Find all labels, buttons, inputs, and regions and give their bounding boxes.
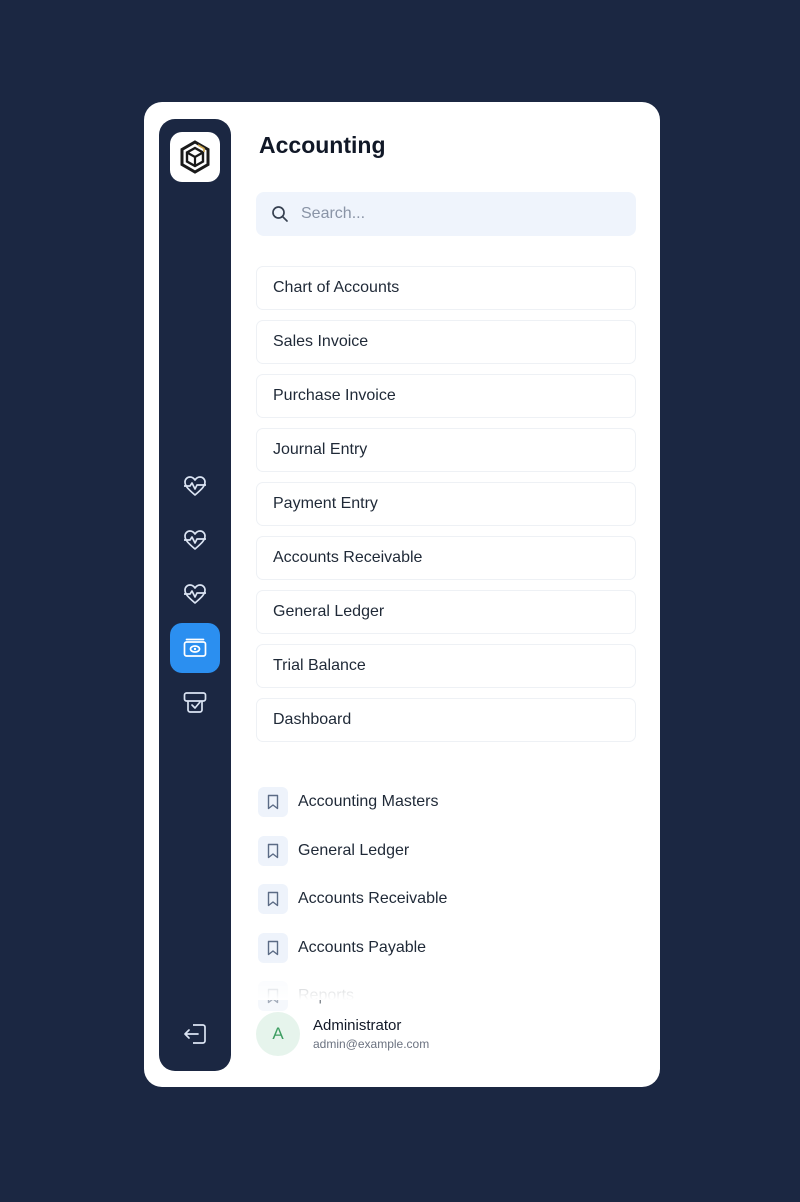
receipt-icon (183, 692, 207, 713)
cube-logo-icon (180, 140, 210, 174)
logout-icon (184, 1024, 206, 1044)
user-name: Administrator (313, 1017, 402, 1034)
rail-button-receipt[interactable] (170, 677, 220, 727)
menu-item-payment-entry[interactable]: Payment Entry (256, 482, 636, 526)
menu-item-general-ledger[interactable]: General Ledger (256, 590, 636, 634)
menu-item-sales-invoice[interactable]: Sales Invoice (256, 320, 636, 364)
bookmark-icon (267, 940, 279, 955)
bookmark-icon (267, 795, 279, 810)
icon-rail (159, 119, 231, 1071)
menu-item-journal-entry[interactable]: Journal Entry (256, 428, 636, 472)
heartbeat-icon (184, 476, 206, 496)
rail-button-heartbeat-3[interactable] (170, 569, 220, 619)
avatar: A (256, 1012, 300, 1056)
sidebar-panel: Accounting Chart of Accounts Sales Invoi… (144, 102, 660, 1087)
user-email: admin@example.com (313, 1037, 430, 1051)
bookmark-item-general-ledger[interactable]: General Ledger (258, 827, 638, 876)
rail-button-heartbeat-2[interactable] (170, 515, 220, 565)
menu-item-accounts-receivable[interactable]: Accounts Receivable (256, 536, 636, 580)
rail-button-heartbeat-1[interactable] (170, 461, 220, 511)
bookmark-label: Accounting Masters (298, 793, 439, 811)
menu-item-purchase-invoice[interactable]: Purchase Invoice (256, 374, 636, 418)
search-input[interactable] (299, 204, 623, 224)
bookmark-label: Accounts Payable (298, 938, 427, 956)
app-logo[interactable] (170, 132, 220, 182)
search-icon (272, 206, 288, 222)
bookmark-icon (267, 892, 279, 907)
rail-button-accounting[interactable] (170, 623, 220, 673)
bookmark-item-accounts-receivable[interactable]: Accounts Receivable (258, 875, 638, 924)
bookmark-label: Accounts Receivable (298, 890, 448, 908)
menu-item-dashboard[interactable]: Dashboard (256, 698, 636, 742)
logout-button[interactable] (170, 1009, 220, 1059)
user-profile[interactable]: A Administrator admin@example.com (256, 1012, 429, 1056)
heartbeat-icon (184, 530, 206, 550)
menu-item-trial-balance[interactable]: Trial Balance (256, 644, 636, 688)
money-icon (183, 638, 207, 657)
bookmark-icon (267, 843, 279, 858)
menu-item-chart-of-accounts[interactable]: Chart of Accounts (256, 266, 636, 310)
scroll-fade (244, 960, 660, 1000)
bookmark-label: General Ledger (298, 841, 410, 859)
page-title: Accounting (259, 132, 386, 158)
heartbeat-icon (184, 584, 206, 604)
bookmark-item-accounting-masters[interactable]: Accounting Masters (258, 778, 638, 827)
search-box[interactable] (256, 192, 636, 236)
menu-list: Chart of Accounts Sales Invoice Purchase… (256, 266, 636, 752)
